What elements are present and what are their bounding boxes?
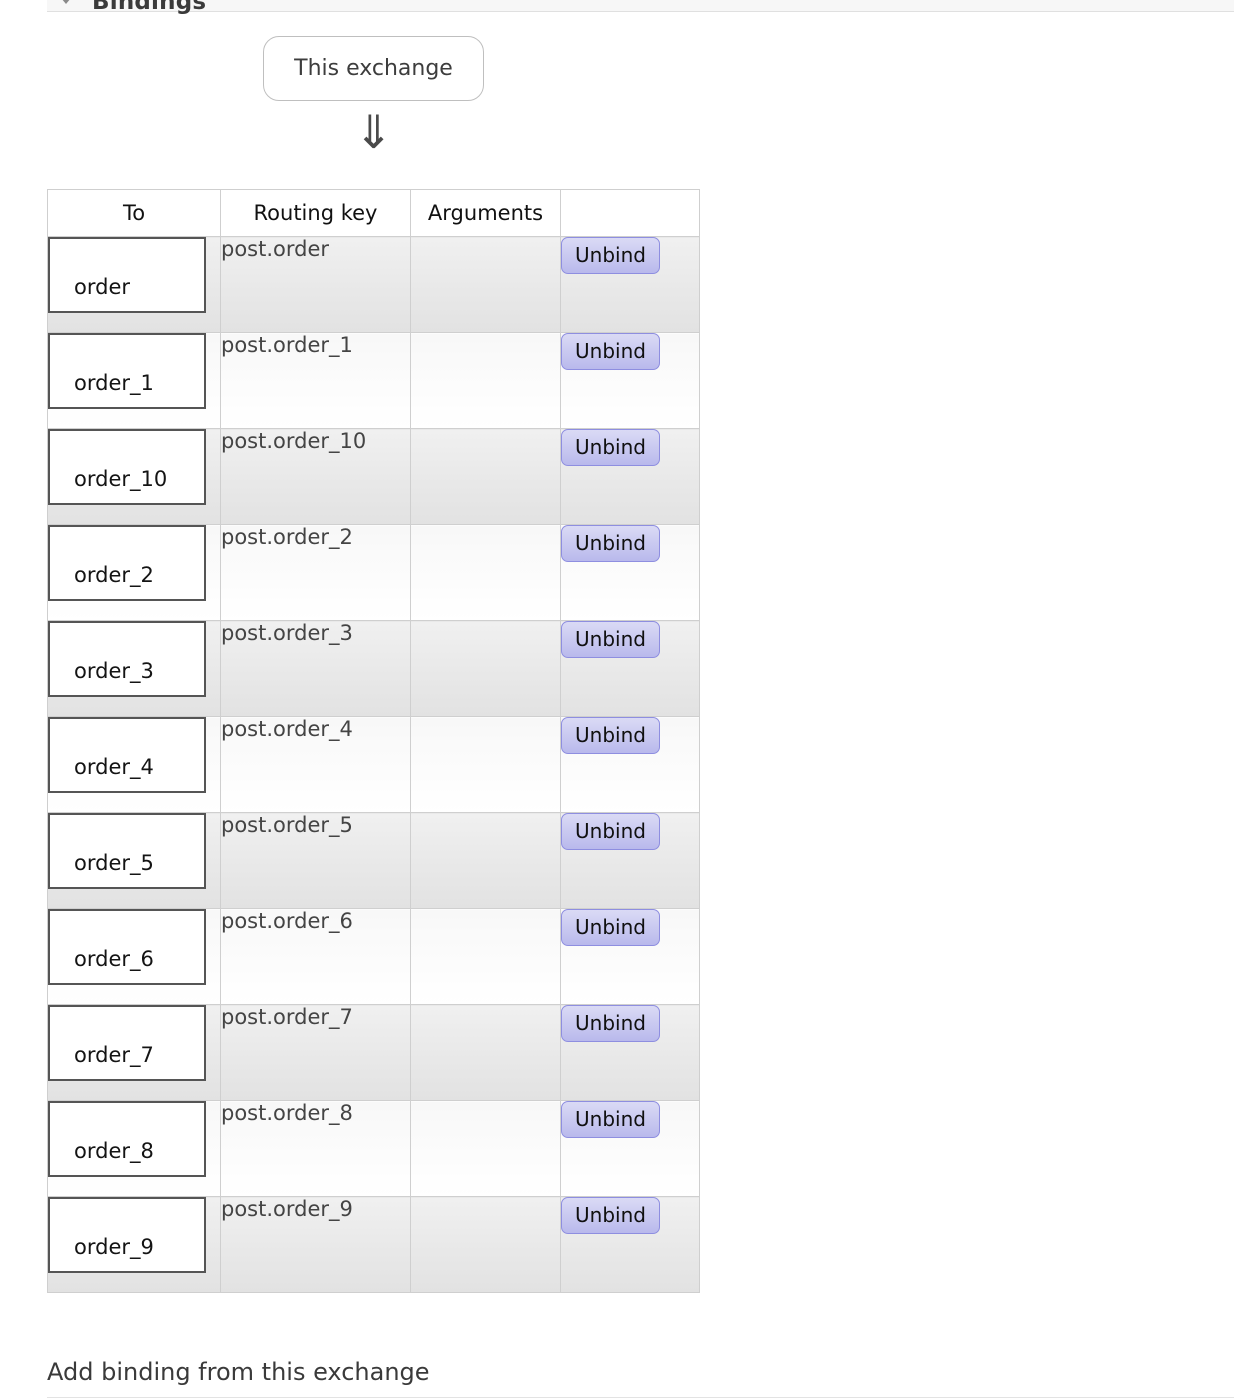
add-binding-label: Add binding from this exchange (47, 1358, 430, 1386)
unbind-button[interactable]: Unbind (561, 1197, 660, 1234)
cell-routing-key: post.order_7 (220, 1004, 411, 1101)
cell-actions: Unbind (560, 1004, 700, 1101)
cell-arguments (410, 1196, 561, 1293)
cell-routing-key: post.order_2 (220, 524, 411, 621)
cell-to: order_8 (47, 1100, 221, 1197)
cell-to: order_7 (47, 1004, 221, 1101)
column-header-arguments: Arguments (410, 189, 561, 237)
cell-routing-key: post.order_9 (220, 1196, 411, 1293)
unbind-button[interactable]: Unbind (561, 333, 660, 370)
cell-actions: Unbind (560, 332, 700, 429)
cell-to: order_5 (47, 812, 221, 909)
cell-actions: Unbind (560, 236, 700, 333)
queue-link[interactable]: order_8 (48, 1101, 206, 1177)
double-down-arrow-icon: ⇓ (354, 105, 393, 159)
unbind-button[interactable]: Unbind (561, 525, 660, 562)
queue-link[interactable]: order_7 (48, 1005, 206, 1081)
cell-actions: Unbind (560, 812, 700, 909)
queue-link[interactable]: order_3 (48, 621, 206, 697)
cell-routing-key: post.order_10 (220, 428, 411, 525)
cell-to: order_6 (47, 908, 221, 1005)
unbind-button[interactable]: Unbind (561, 1005, 660, 1042)
cell-routing-key: post.order_1 (220, 332, 411, 429)
bindings-section-title: Bindings (92, 0, 207, 15)
cell-arguments (410, 908, 561, 1005)
table-row: order_1 post.order_1 Unbind (47, 332, 700, 429)
cell-arguments (410, 1004, 561, 1101)
table-header-row: To Routing key Arguments (47, 189, 700, 237)
cell-routing-key: post.order_6 (220, 908, 411, 1005)
queue-link[interactable]: order_6 (48, 909, 206, 985)
cell-routing-key: post.order_5 (220, 812, 411, 909)
queue-link[interactable]: order (48, 237, 206, 313)
column-header-routing-key: Routing key (220, 189, 411, 237)
cell-routing-key: post.order_4 (220, 716, 411, 813)
queue-link[interactable]: order_9 (48, 1197, 206, 1273)
cell-to: order_10 (47, 428, 221, 525)
unbind-button[interactable]: Unbind (561, 813, 660, 850)
cell-actions: Unbind (560, 1196, 700, 1293)
cell-arguments (410, 1100, 561, 1197)
bindings-table-body: order post.order Unbind order_1 post.order_1… (47, 236, 700, 1293)
cell-arguments (410, 620, 561, 717)
queue-link[interactable]: order_1 (48, 333, 206, 409)
cell-arguments (410, 428, 561, 525)
cell-actions: Unbind (560, 716, 700, 813)
unbind-button[interactable]: Unbind (561, 1101, 660, 1138)
table-row: order_7 post.order_7 Unbind (47, 1004, 700, 1101)
table-row: order_8 post.order_8 Unbind (47, 1100, 700, 1197)
cell-arguments (410, 332, 561, 429)
table-row: order_6 post.order_6 Unbind (47, 908, 700, 1005)
queue-link[interactable]: order_4 (48, 717, 206, 793)
column-header-to: To (47, 189, 221, 237)
cell-arguments (410, 524, 561, 621)
unbind-button[interactable]: Unbind (561, 429, 660, 466)
cell-to: order_3 (47, 620, 221, 717)
table-row: order_10 post.order_10 Unbind (47, 428, 700, 525)
cell-to: order_4 (47, 716, 221, 813)
cell-actions: Unbind (560, 428, 700, 525)
cell-routing-key: post.order_8 (220, 1100, 411, 1197)
cell-routing-key: post.order_3 (220, 620, 411, 717)
this-exchange-label: This exchange (294, 56, 453, 81)
column-header-actions (560, 189, 700, 237)
cell-routing-key: post.order (220, 236, 411, 333)
unbind-button[interactable]: Unbind (561, 621, 660, 658)
queue-link[interactable]: order_2 (48, 525, 206, 601)
table-row: order_4 post.order_4 Unbind (47, 716, 700, 813)
queue-link[interactable]: order_10 (48, 429, 206, 505)
cell-to: order_1 (47, 332, 221, 429)
caret-down-icon (61, 0, 71, 4)
cell-actions: Unbind (560, 620, 700, 717)
bindings-section-header[interactable]: Bindings (47, 0, 1234, 15)
unbind-button[interactable]: Unbind (561, 237, 660, 274)
cell-arguments (410, 812, 561, 909)
cell-to: order_2 (47, 524, 221, 621)
cell-actions: Unbind (560, 524, 700, 621)
cell-arguments (410, 236, 561, 333)
table-row: order_9 post.order_9 Unbind (47, 1196, 700, 1293)
table-row: order_5 post.order_5 Unbind (47, 812, 700, 909)
cell-to: order_9 (47, 1196, 221, 1293)
this-exchange-node: This exchange (263, 36, 484, 101)
cell-to: order (47, 236, 221, 333)
cell-actions: Unbind (560, 1100, 700, 1197)
unbind-button[interactable]: Unbind (561, 717, 660, 754)
table-row: order_2 post.order_2 Unbind (47, 524, 700, 621)
add-binding-section[interactable]: Add binding from this exchange (47, 1358, 1234, 1398)
table-row: order_3 post.order_3 Unbind (47, 620, 700, 717)
queue-link[interactable]: order_5 (48, 813, 206, 889)
bindings-table: To Routing key Arguments order post.order… (47, 189, 700, 1293)
cell-arguments (410, 716, 561, 813)
unbind-button[interactable]: Unbind (561, 909, 660, 946)
cell-actions: Unbind (560, 908, 700, 1005)
table-row: order post.order Unbind (47, 236, 700, 333)
